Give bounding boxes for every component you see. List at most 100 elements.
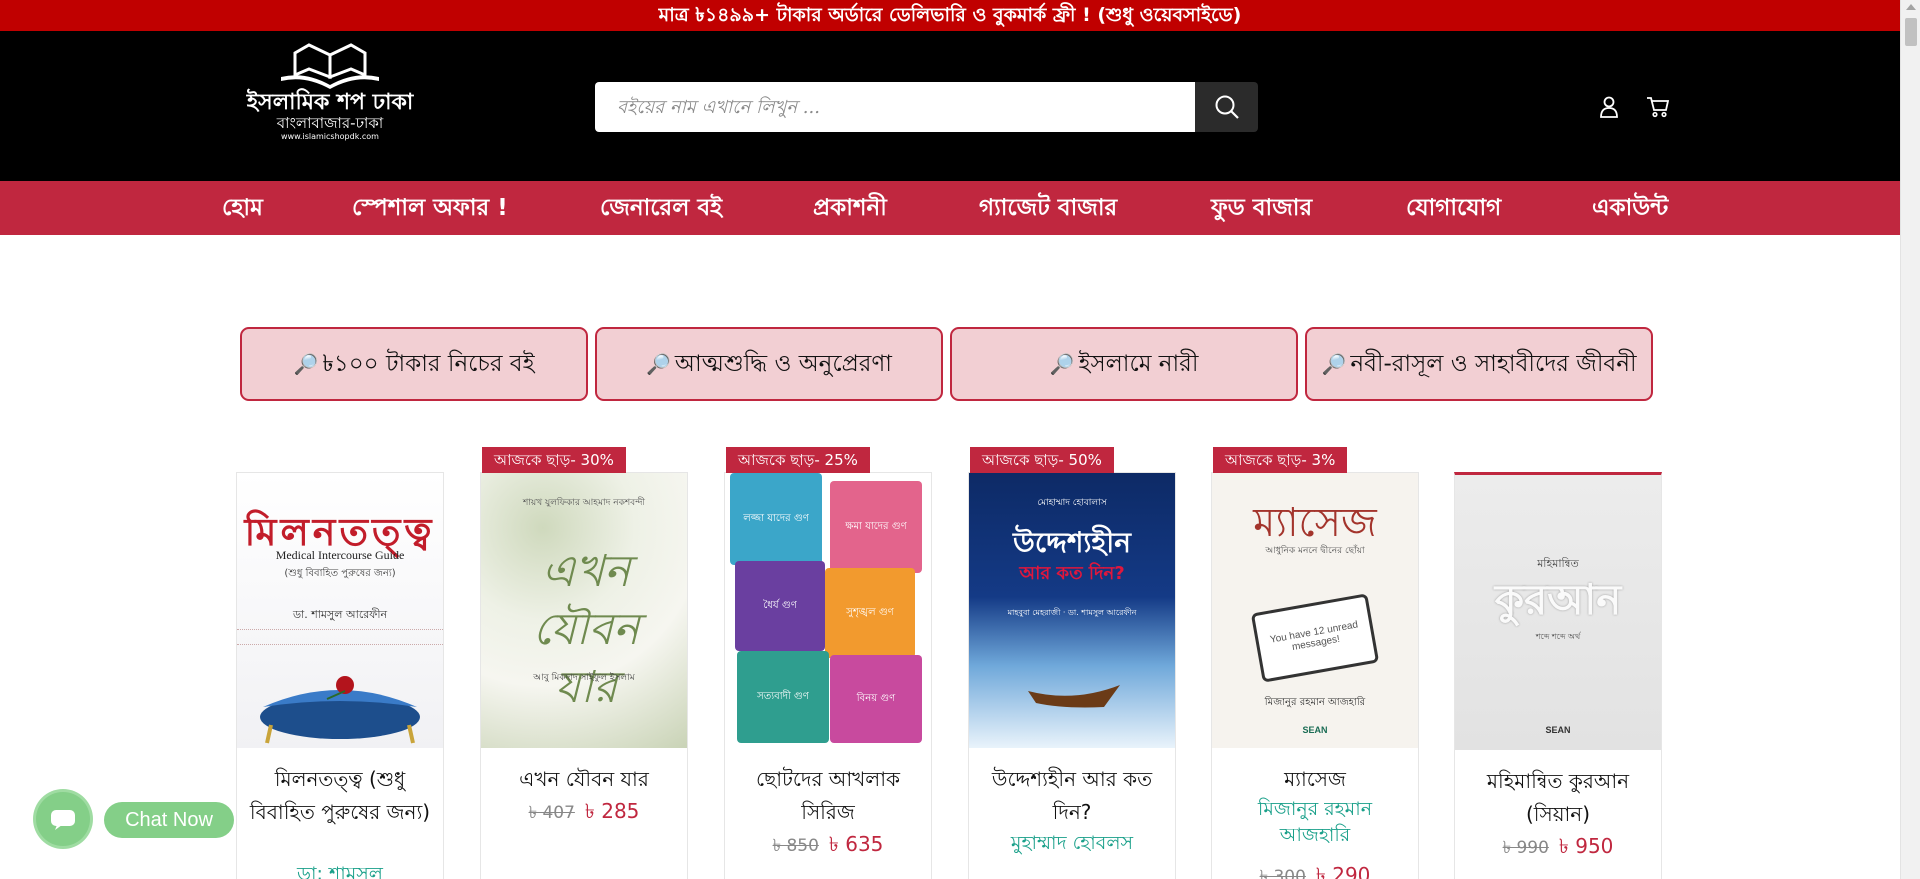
magnifier-icon: 🔎 (293, 352, 319, 376)
message-bubble: You have 12 unread messages! (1250, 593, 1380, 683)
sale-price: ৳ 285 (584, 799, 640, 823)
user-icon (1600, 96, 1618, 118)
site-header: ইসলামিক শপ ঢাকা বাংলাবাজার-ঢাকা www.isla… (0, 31, 1900, 181)
product-cover[interactable]: মিলনতত্ত্ব Medical Intercourse Guide (শু… (237, 473, 443, 748)
category-button-prophets-biography[interactable]: 🔎 নবী-রাসূল ও সাহাবীদের জীবনী (1305, 327, 1653, 401)
product-price: ৳ 407 ৳ 285 (481, 797, 687, 830)
product-title[interactable]: উদ্দেশ্যহীন আর কত দিন? (969, 763, 1175, 829)
cover-author: ডা. শামসুল আরেফীন (292, 608, 388, 621)
product-card[interactable]: মোহাম্মাদ হোবালাস উদ্দেশ্যহীন আর কত দিন?… (968, 472, 1176, 879)
discount-badge: আজকে ছাড়- 25% (726, 447, 870, 473)
cover-subtitle: আধুনিক মননে দ্বীনের ছোঁয়া (1265, 546, 1365, 556)
magnifier-icon: 🔎 (1321, 352, 1347, 376)
product-card[interactable]: মিলনতত্ত্ব Medical Intercourse Guide (শু… (236, 472, 444, 879)
chat-button[interactable] (36, 792, 90, 846)
cover-author: মিজানুর রহমান আজহারি (1264, 697, 1366, 708)
product-cover[interactable]: ম্যাসেজ আধুনিক মননে দ্বীনের ছোঁয়া You h… (1212, 473, 1418, 748)
category-label: আত্মশুদ্ধি ও অনুপ্রেরণা (674, 350, 892, 377)
magnifier-icon: 🔎 (646, 352, 671, 376)
product-cover[interactable]: মহিমান্বিত কুরআন শব্দে শব্দে অর্থ SEAN (1455, 475, 1661, 750)
promo-bar: মাত্র ৳১৪৯৯+ টাকার অর্ডারে ডেলিভারি ও বু… (0, 0, 1900, 31)
page: মাত্র ৳১৪৯৯+ টাকার অর্ডারে ডেলিভারি ও বু… (0, 0, 1920, 879)
nav-item-publishers[interactable]: প্রকাশনী (813, 181, 887, 235)
scrollbar-thumb[interactable] (1905, 18, 1917, 46)
account-button[interactable] (1594, 92, 1624, 122)
category-button-women-in-islam[interactable]: 🔎 ইসলামে নারী (950, 327, 1298, 401)
product-card[interactable]: ম্যাসেজ আধুনিক মননে দ্বীনের ছোঁয়া You h… (1211, 472, 1419, 879)
old-price: ৳ 300 (1259, 867, 1306, 879)
product-author[interactable]: মিজানুর রহমান আজহারি (1212, 796, 1418, 848)
sale-price: ৳ 635 (828, 832, 884, 856)
cover-title: কুরআন (1494, 575, 1622, 624)
product-author[interactable]: ডা: শামসুল (237, 861, 443, 879)
boat-illustration (1028, 685, 1120, 708)
sale-price: ৳ 290 (1315, 863, 1371, 879)
product-card[interactable]: লজ্জা যাদের গুণ ক্ষমা যাদের গুণ ধৈর্য গু… (724, 472, 932, 879)
scroll-up-arrow-icon[interactable] (1906, 4, 1916, 10)
site-logo[interactable]: ইসলামিক শপ ঢাকা বাংলাবাজার-ঢাকা www.isla… (245, 41, 415, 161)
main-nav: হোম স্পেশাল অফার ! জেনারেল বই প্রকাশনী গ… (0, 181, 1900, 235)
product-title[interactable]: ছোটদের আখলাক সিরিজ (725, 763, 931, 829)
product-title[interactable]: ম্যাসেজ (1212, 763, 1418, 796)
discount-badge: আজকে ছাড়- 3% (1213, 447, 1348, 473)
product-price: ৳ 850 ৳ 635 (725, 830, 931, 863)
product-cover[interactable]: লজ্জা যাদের গুণ ক্ষমা যাদের গুণ ধৈর্য গু… (725, 473, 931, 748)
cover-credit: মাহবুবা মেহরাজী · ডা. শামসুল আরেফীন (1007, 608, 1137, 617)
nav-item-contact[interactable]: যোগাযোগ (1406, 181, 1501, 235)
chat-bubble-icon (51, 810, 75, 830)
nav-item-account[interactable]: একাউন্ট (1592, 181, 1668, 235)
old-price: ৳ 990 (1502, 838, 1549, 858)
search-icon (1215, 95, 1239, 119)
cover-subtitle: আর কত দিন? (1019, 563, 1125, 584)
search-button[interactable] (1195, 82, 1258, 132)
category-button-under-100[interactable]: 🔎 ৳১০০ টাকার নিচের বই (240, 327, 588, 401)
nav-item-gadget-bazar[interactable]: গ্যাজেট বাজার (979, 181, 1117, 235)
discount-badge: আজকে ছাড়- 50% (970, 447, 1114, 473)
cover-note: (শুধু বিবাহিত পুরুষের জন্য) (284, 568, 396, 579)
product-card[interactable]: মহিমান্বিত কুরআন শব্দে শব্দে অর্থ SEAN ম… (1454, 472, 1662, 879)
cart-icon (1647, 97, 1670, 118)
product-title[interactable]: এখন যৌবন যার (481, 763, 687, 796)
cover-title: এখন যৌবন যার (532, 546, 640, 713)
book-logo-icon (281, 43, 379, 89)
logo-url: www.islamicshopdk.com (281, 132, 379, 141)
cover-top-text: মোহাম্মাদ হোবালাস (1037, 498, 1107, 508)
series-book-tile: সুশৃঙ্খল গুণ (825, 568, 915, 658)
category-label: ৳১০০ টাকার নিচের বই (322, 350, 535, 377)
magnifier-icon: 🔎 (1049, 352, 1075, 376)
nav-item-general-books[interactable]: জেনারেল বই (600, 181, 722, 235)
chat-now-label[interactable]: Chat Now (104, 802, 234, 838)
series-book-tile: লজ্জা যাদের গুণ (730, 473, 822, 565)
cover-author: আবু মিকদাদ সাইফুল ইসলাম (533, 673, 635, 683)
product-title[interactable]: মহিমান্বিত কুরআন (সিয়ান) (1455, 765, 1661, 831)
product-price: ৳ 990 ৳ 950 (1455, 832, 1661, 865)
nav-item-special-offer[interactable]: স্পেশাল অফার ! (352, 181, 508, 235)
series-book-tile: ক্ষমা যাদের গুণ (830, 481, 922, 573)
cover-subtitle: Medical Intercourse Guide (275, 548, 405, 562)
series-book-tile: সত্যবাদী গুণ (737, 651, 829, 743)
old-price: ৳ 407 (528, 803, 575, 823)
product-card[interactable]: শায়খ যুলফিকার আহমাদ নকশবন্দী এখন যৌবন য… (480, 472, 688, 879)
pillow-illustration (260, 676, 420, 744)
cart-button[interactable] (1643, 92, 1673, 122)
cover-pattern (237, 629, 443, 645)
category-button-self-purification[interactable]: 🔎 আত্মশুদ্ধি ও অনুপ্রেরণা (595, 327, 943, 401)
series-book-tile: বিনয় গুণ (830, 655, 922, 743)
product-title[interactable]: মিলনতত্ত্ব (শুধু বিবাহিত পুরুষের জন্য) (237, 763, 443, 829)
series-book-tile: ধৈর্য গুণ (735, 561, 825, 651)
publisher-logo: SEAN (1545, 725, 1571, 735)
search-bar (595, 82, 1258, 132)
product-cover[interactable]: শায়খ যুলফিকার আহমাদ নকশবন্দী এখন যৌবন য… (481, 473, 687, 748)
discount-badge: আজকে ছাড়- 30% (482, 447, 626, 473)
nav-item-food-bazar[interactable]: ফুড বাজার (1211, 181, 1312, 235)
sale-price: ৳ 950 (1558, 834, 1614, 858)
publisher-logo: SEAN (1302, 725, 1328, 735)
cover-subtitle: শব্দে শব্দে অর্থ (1535, 632, 1581, 641)
nav-item-home[interactable]: হোম (222, 181, 263, 235)
product-cover[interactable]: মোহাম্মাদ হোবালাস উদ্দেশ্যহীন আর কত দিন?… (969, 473, 1175, 748)
search-input[interactable] (595, 82, 1195, 132)
category-label: নবী-রাসূল ও সাহাবীদের জীবনী (1350, 350, 1637, 377)
product-price: ৳ 300 ৳ 290 (1212, 861, 1418, 879)
product-author[interactable]: মুহাম্মাদ হোবলস (969, 830, 1175, 856)
vertical-scrollbar[interactable] (1900, 0, 1920, 879)
